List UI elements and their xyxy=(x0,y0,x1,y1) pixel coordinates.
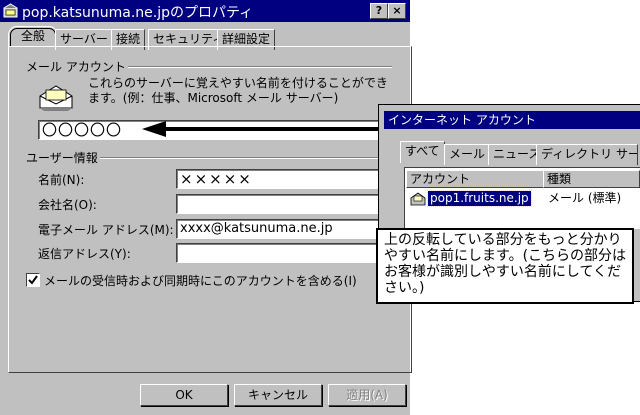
close-button[interactable]: × xyxy=(388,3,406,19)
ok-button-label: OK xyxy=(175,388,193,402)
cancel-button[interactable]: キャンセル xyxy=(234,384,322,406)
mail-account-icon xyxy=(410,192,426,206)
arrow-left-icon xyxy=(142,121,380,137)
mail-account-group-label: メール アカウント xyxy=(26,60,126,74)
internet-accounts-title[interactable]: インターネット アカウント xyxy=(384,111,640,129)
ok-button[interactable]: OK xyxy=(140,384,228,406)
callout-text: 上の反転している部分をもっと分かりやすい名前にします。(こちらの部分はお客様が識… xyxy=(384,232,627,296)
apply-button[interactable]: 適用(A) xyxy=(328,384,406,406)
reply-address-input[interactable] xyxy=(176,243,393,263)
account-name-cell: pop1.fruits.ne.jp xyxy=(427,190,532,207)
account-type-cell: メール (標準) xyxy=(548,191,622,205)
title-bar[interactable]: pop.katsunuma.ne.jpのプロパティ ? × xyxy=(0,0,410,22)
column-header-type[interactable]: 種類 xyxy=(543,170,640,188)
tab-mail[interactable]: メール xyxy=(444,144,491,165)
check-icon xyxy=(28,275,38,285)
window-title: pop.katsunuma.ne.jpのプロパティ xyxy=(22,5,254,21)
user-info-group-label: ユーザー情報 xyxy=(26,151,98,165)
company-label: 会社名(O): xyxy=(38,198,97,212)
table-row[interactable]: pop1.fruits.ne.jp メール (標準) xyxy=(408,190,636,208)
include-account-checkbox[interactable] xyxy=(26,273,40,287)
email-input[interactable]: xxxx@katsunuma.ne.jp xyxy=(176,219,393,239)
cancel-button-label: キャンセル xyxy=(247,388,308,402)
tab-directory-services[interactable]: ディレクトリ サービス xyxy=(536,144,638,165)
column-header-account[interactable]: アカウント xyxy=(406,170,545,188)
email-label: 電子メール アドレス(M): xyxy=(38,223,174,237)
group-divider xyxy=(128,66,392,68)
group-divider xyxy=(100,157,392,159)
callout-note: 上の反転している部分をもっと分かりやすい名前にします。(こちらの部分はお客様が識… xyxy=(376,228,634,304)
name-label: 名前(N): xyxy=(38,173,85,187)
help-button[interactable]: ? xyxy=(370,3,388,19)
include-account-label: メールの受信時および同期時にこのアカウントを含める(I) xyxy=(44,274,357,288)
mail-account-description: これらのサーバーに覚えやすい名前を付けることができます。(例：仕事、Micros… xyxy=(88,76,388,105)
apply-button-label: 適用(A) xyxy=(346,388,388,402)
name-input[interactable]: ××××× xyxy=(176,169,393,189)
tab-all[interactable]: すべて xyxy=(400,141,445,163)
reply-address-label: 返信アドレス(Y): xyxy=(38,247,131,261)
company-input[interactable] xyxy=(176,194,393,214)
mail-server-icon xyxy=(39,85,73,111)
mail-account-icon xyxy=(3,3,18,18)
